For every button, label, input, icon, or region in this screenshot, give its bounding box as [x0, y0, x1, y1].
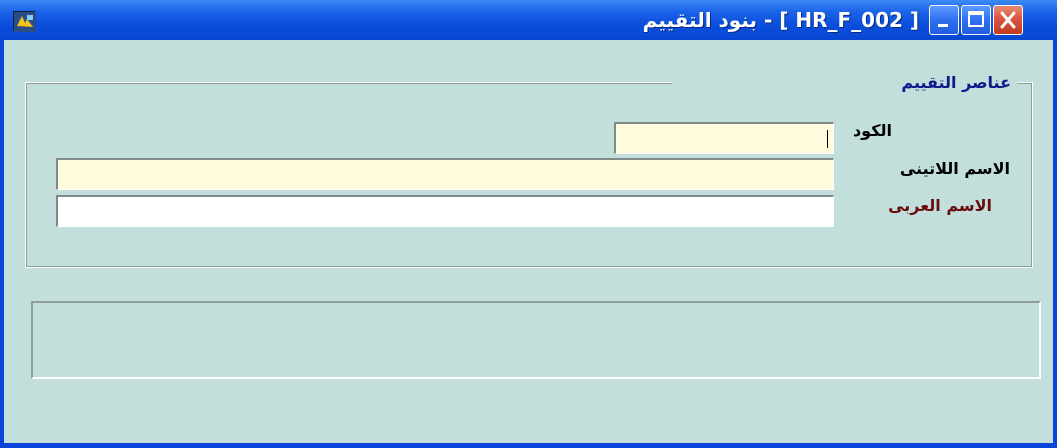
window-title: بنود التقييم - [ HR_F_002 ] [642, 8, 919, 32]
latin-name-label: الاسم اللاتينى [899, 159, 1010, 178]
minimize-button[interactable] [929, 5, 959, 35]
close-icon [1000, 11, 1016, 29]
title-bar[interactable]: بنود التقييم - [ HR_F_002 ] [0, 0, 1057, 40]
arabic-name-field[interactable] [56, 195, 834, 227]
close-button[interactable] [993, 5, 1023, 35]
code-field[interactable] [614, 122, 834, 154]
form-client-area: عناصر التقييم الكود الاسم اللاتينى الاسم… [4, 40, 1053, 443]
evaluation-items-group: عناصر التقييم الكود الاسم اللاتينى الاسم… [25, 72, 1033, 268]
arabic-name-label: الاسم العربى [888, 196, 992, 215]
maximize-icon [968, 11, 984, 27]
application-window: بنود التقييم - [ HR_F_002 ] عناصر التقيي… [0, 0, 1057, 448]
code-label: الكود [852, 121, 892, 140]
form-app-icon[interactable] [13, 11, 36, 32]
text-caret [827, 130, 828, 148]
group-legend: عناصر التقييم [895, 72, 1017, 94]
message-panel [31, 301, 1041, 379]
latin-name-field[interactable] [56, 158, 834, 190]
minimize-icon [938, 24, 948, 27]
maximize-button[interactable] [961, 5, 991, 35]
